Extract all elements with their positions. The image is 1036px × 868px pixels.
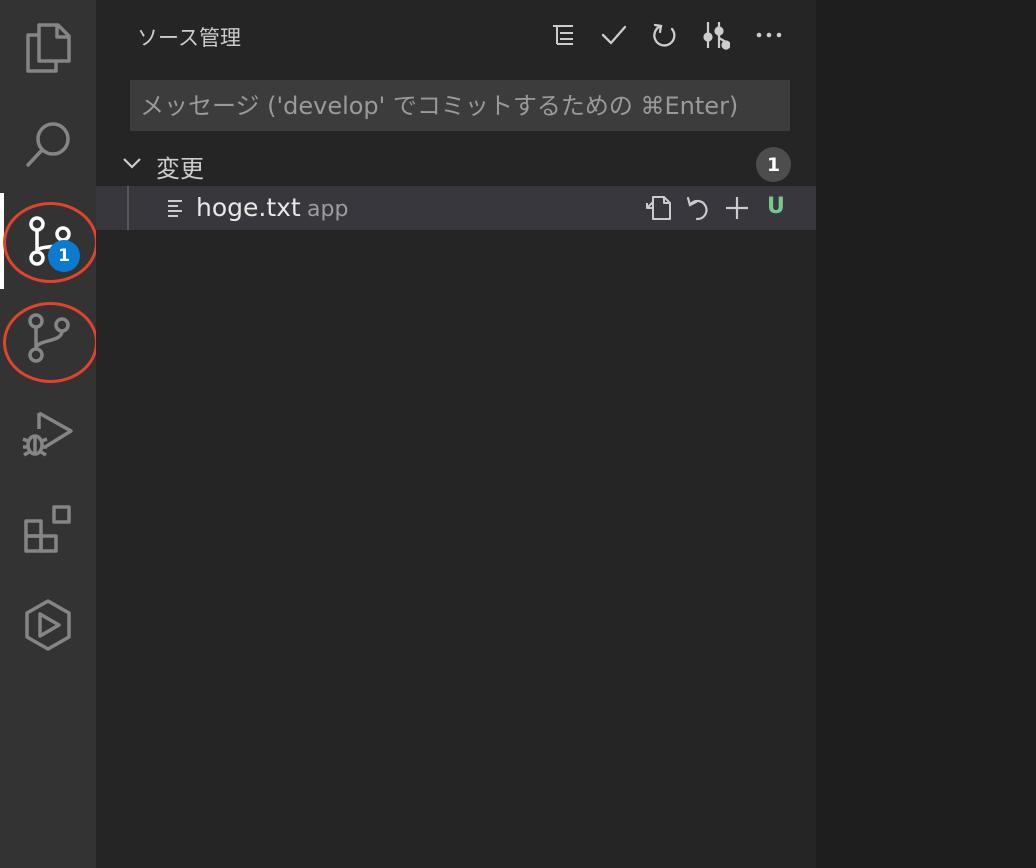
highlight-circle-branch [3, 302, 98, 383]
extensions-icon [24, 505, 71, 553]
search-icon [26, 122, 70, 167]
remote-explorer-icon [25, 599, 71, 651]
discard-changes-button[interactable] [683, 193, 713, 223]
commit-message-input[interactable] [130, 80, 790, 131]
run-debug-icon [22, 411, 73, 457]
changes-group-header[interactable]: 変更 1 [96, 144, 816, 184]
open-file-button[interactable] [644, 193, 674, 223]
files-icon [26, 23, 71, 73]
text-file-icon [168, 200, 182, 217]
commit-button[interactable] [599, 20, 629, 50]
file-description: app [307, 197, 349, 222]
activity-bar: 1 [0, 0, 98, 868]
indent-guide [127, 186, 129, 230]
more-actions-button[interactable] [754, 20, 784, 50]
highlight-circle-source-control [3, 202, 98, 283]
open-file-icon [646, 196, 671, 220]
view-as-tree-button[interactable] [548, 20, 578, 50]
tree-view-icon [553, 25, 573, 45]
editor-area [816, 0, 1036, 868]
remote-explorer-button[interactable] [0, 577, 96, 673]
graph-button[interactable] [701, 20, 731, 50]
refresh-button[interactable] [650, 20, 680, 50]
extensions-button[interactable] [0, 481, 96, 577]
file-name: hoge.txt [196, 193, 301, 222]
run-debug-button[interactable] [0, 386, 96, 482]
stage-changes-button[interactable] [722, 193, 752, 223]
refresh-icon [653, 23, 676, 47]
explorer-button[interactable] [0, 0, 96, 96]
stage-icon [726, 197, 748, 219]
discard-icon [686, 196, 708, 221]
changes-group-label: 変更 [156, 155, 204, 183]
source-control-panel: ソース管理 メッセージ ('develop' でコミットするための ⌘Enter… [96, 0, 816, 868]
more-icon [756, 32, 782, 38]
panel-title: ソース管理 [137, 26, 241, 50]
search-button[interactable] [0, 96, 96, 192]
chevron-down-icon [123, 158, 141, 169]
graph-icon [703, 22, 730, 50]
file-status-untracked: U [767, 194, 785, 219]
changed-file-row[interactable]: hoge.txt app U [96, 186, 816, 230]
commit-check-icon [601, 25, 627, 45]
changes-count-badge: 1 [756, 147, 791, 182]
